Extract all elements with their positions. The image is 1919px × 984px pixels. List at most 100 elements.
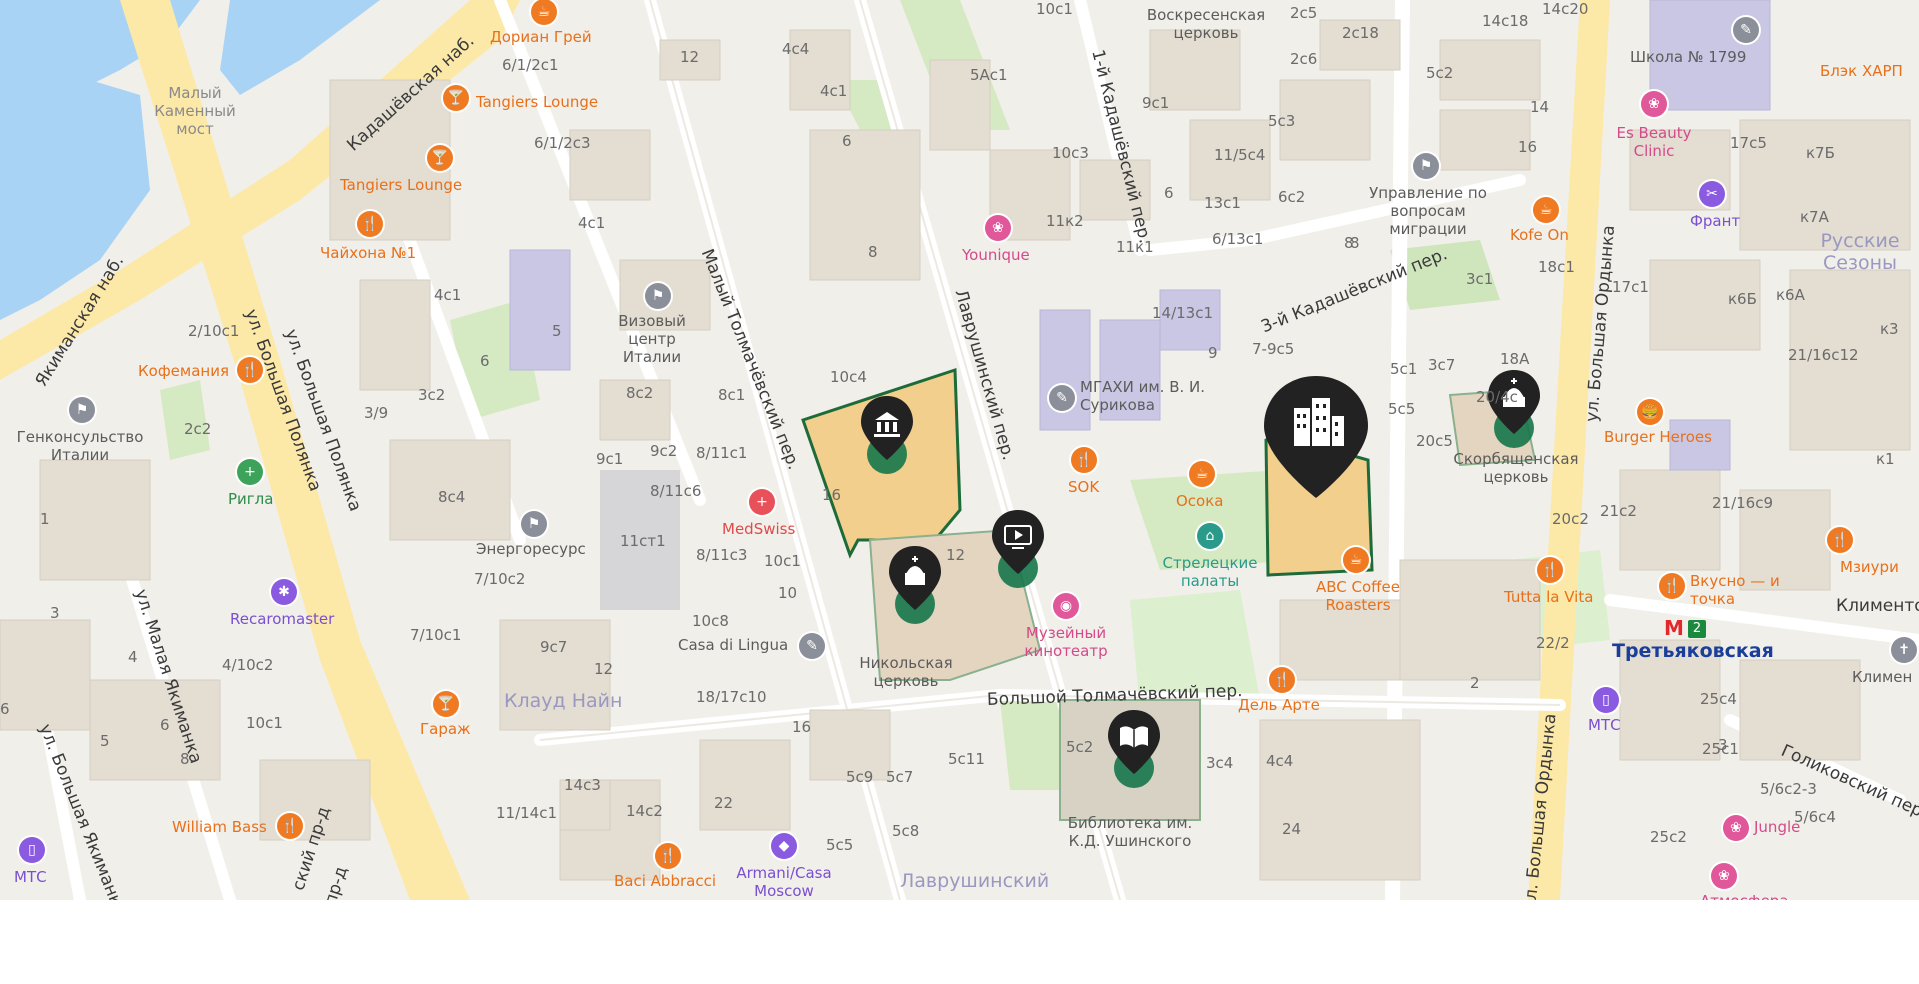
poi-atmosfera[interactable]: Атмосфера bbox=[1700, 892, 1789, 900]
church-pin-icon[interactable] bbox=[887, 544, 943, 624]
poi-medswiss[interactable]: MedSwiss bbox=[722, 520, 795, 538]
poi-mziuri[interactable]: Мзиури bbox=[1840, 558, 1899, 576]
house-number: 7-9с5 bbox=[1252, 340, 1295, 358]
university-icon[interactable]: ✎ bbox=[1049, 385, 1075, 411]
poi-william-bass[interactable]: William Bass bbox=[172, 818, 267, 836]
poi-kofe-on[interactable]: Kofe On bbox=[1510, 226, 1569, 244]
house-number: 18А bbox=[1500, 350, 1530, 368]
place-skorbyashchenskaya[interactable]: Скорбященская церковь bbox=[1446, 450, 1586, 486]
poi-mts-1-icon[interactable]: ▯ bbox=[19, 837, 45, 863]
poi-del-arte[interactable]: Дель Арте bbox=[1238, 696, 1320, 714]
poi-burger-heroes[interactable]: Burger Heroes bbox=[1604, 428, 1712, 446]
poi-garazh-icon[interactable]: 🍸 bbox=[433, 691, 459, 717]
poi-chayhona-icon[interactable]: 🍴 bbox=[357, 211, 383, 237]
place-energoresurs[interactable]: Энергоресурс bbox=[476, 540, 586, 558]
poi-abc-coffee-icon[interactable]: ☕ bbox=[1343, 547, 1369, 573]
poi-muzeyny-kinoteatr-icon[interactable]: ◉ bbox=[1053, 593, 1079, 619]
poi-del-arte-icon[interactable]: 🍴 bbox=[1269, 667, 1295, 693]
poi-armani-casa-icon[interactable]: ◆ bbox=[771, 833, 797, 859]
poi-es-beauty[interactable]: Es Beauty Clinic bbox=[1609, 124, 1699, 160]
poi-es-beauty-icon[interactable]: ❀ bbox=[1641, 91, 1667, 117]
migration-icon[interactable]: ⚑ bbox=[1413, 153, 1439, 179]
poi-armani-casa[interactable]: Armani/Casa Moscow bbox=[729, 864, 839, 900]
place-biblioteka[interactable]: Библиотека им. К.Д. Ушинского bbox=[1050, 814, 1210, 850]
consulate-icon[interactable]: ⚑ bbox=[69, 397, 95, 423]
poi-baci-abbracci-icon[interactable]: 🍴 bbox=[655, 843, 681, 869]
house-number: 6 bbox=[0, 700, 10, 718]
poi-dorian-grey-icon[interactable]: ☕ bbox=[531, 0, 557, 25]
poi-tutta-la-vita[interactable]: Tutta la Vita bbox=[1504, 588, 1593, 606]
church-pin-2-icon[interactable] bbox=[1486, 368, 1542, 448]
map-canvas[interactable]: Кадашёвская наб. Якиманская наб. ул. Бол… bbox=[0, 0, 1919, 900]
poi-frant-icon[interactable]: ✂ bbox=[1699, 181, 1725, 207]
place-klimentovskaya[interactable]: Климентовская церковь bbox=[1852, 668, 1912, 686]
place-voskresenskaya[interactable]: Воскресенская церковь bbox=[1136, 6, 1276, 42]
poi-vkusno-i-tochka-icon[interactable]: 🍴 bbox=[1659, 573, 1685, 599]
poi-kofemaniya[interactable]: Кофемания bbox=[138, 362, 229, 380]
poi-rigla-icon[interactable]: + bbox=[237, 459, 263, 485]
energoresurs-icon[interactable]: ⚑ bbox=[521, 511, 547, 537]
museum-pin-icon[interactable] bbox=[859, 394, 915, 474]
poi-chayhona[interactable]: Чайхона №1 bbox=[320, 244, 416, 262]
church-icon[interactable]: ✝ bbox=[1891, 637, 1917, 663]
poi-sok-icon[interactable]: 🍴 bbox=[1071, 447, 1097, 473]
house-number: к7А bbox=[1800, 208, 1829, 226]
house-number: 6с2 bbox=[1278, 188, 1306, 206]
poi-osoka[interactable]: Осока bbox=[1176, 492, 1223, 510]
house-number: 8 bbox=[1350, 234, 1360, 252]
poi-garazh[interactable]: Гараж bbox=[420, 720, 471, 738]
poi-vkusno-i-tochka[interactable]: Вкусно — и точка bbox=[1690, 572, 1790, 608]
poi-medswiss-icon[interactable]: + bbox=[749, 489, 775, 515]
poi-mts-1[interactable]: МТС bbox=[14, 868, 47, 886]
poi-dorian-grey[interactable]: Дориан Грей bbox=[490, 28, 592, 46]
poi-recaromaster[interactable]: Recaromaster bbox=[230, 610, 334, 628]
house-number: 5 bbox=[100, 732, 110, 750]
poi-william-bass-icon[interactable]: 🍴 bbox=[277, 813, 303, 839]
poi-osoka-icon[interactable]: ☕ bbox=[1189, 461, 1215, 487]
poi-mts-2-icon[interactable]: ▯ bbox=[1593, 687, 1619, 713]
poi-frant[interactable]: Франт bbox=[1690, 212, 1740, 230]
poi-mts-2[interactable]: МТС bbox=[1588, 716, 1621, 734]
poi-tangiers-lounge-2[interactable]: Tangiers Lounge bbox=[340, 176, 462, 194]
poi-sok[interactable]: SOK bbox=[1068, 478, 1099, 496]
poi-jungle-icon[interactable]: ❀ bbox=[1723, 815, 1749, 841]
poi-younique[interactable]: Younique bbox=[962, 246, 1030, 264]
place-casa-di-lingua[interactable]: Casa di Lingua bbox=[678, 636, 788, 654]
poi-tangiers-lounge-1-icon[interactable]: 🍸 bbox=[443, 85, 469, 111]
place-genkonsulstvo[interactable]: Генконсульство Италии bbox=[10, 428, 150, 464]
house-number: 5с5 bbox=[1388, 400, 1416, 418]
poi-baci-abbracci[interactable]: Baci Abbracci bbox=[614, 872, 716, 890]
poi-rigla[interactable]: Ригла bbox=[228, 490, 273, 508]
school-1799-icon[interactable]: ✎ bbox=[1733, 17, 1759, 43]
poi-kofemaniya-icon[interactable]: 🍴 bbox=[237, 357, 263, 383]
place-nikolskaya[interactable]: Никольская церковь bbox=[851, 654, 961, 690]
poi-burger-heroes-icon[interactable]: 🍔 bbox=[1637, 399, 1663, 425]
poi-blek-harp[interactable]: Блэк ХАРП bbox=[1820, 62, 1903, 80]
place-mgahi[interactable]: МГАХИ им. В. И. Сурикова bbox=[1080, 378, 1210, 414]
cinema-pin-icon[interactable] bbox=[990, 508, 1046, 588]
selected-building-pin-icon[interactable] bbox=[1262, 374, 1370, 504]
poi-kofe-on-icon[interactable]: ☕ bbox=[1533, 197, 1559, 223]
house-number: 14с3 bbox=[564, 776, 601, 794]
poi-streletskie-palaty-icon[interactable]: ⌂ bbox=[1197, 523, 1223, 549]
poi-muzeyny-kinoteatr[interactable]: Музейный кинотеатр bbox=[1011, 624, 1121, 660]
poi-recaromaster-icon[interactable]: ✱ bbox=[271, 579, 297, 605]
poi-younique-icon[interactable]: ❀ bbox=[985, 215, 1011, 241]
house-number: 11/14с1 bbox=[496, 804, 558, 822]
poi-streletskie-palaty[interactable]: Стрелецкие палаты bbox=[1155, 554, 1265, 590]
house-number: 20/4с bbox=[1476, 388, 1518, 406]
library-pin-icon[interactable] bbox=[1106, 708, 1162, 788]
house-number: 20с2 bbox=[1552, 510, 1589, 528]
place-shkola[interactable]: Школа № 1799 bbox=[1630, 48, 1746, 66]
poi-tutta-la-vita-icon[interactable]: 🍴 bbox=[1537, 557, 1563, 583]
poi-atmosfera-icon[interactable]: ❀ bbox=[1711, 863, 1737, 889]
poi-abc-coffee[interactable]: ABC Coffee Roasters bbox=[1303, 578, 1413, 614]
place-vizovy-centr[interactable]: Визовый центр Италии bbox=[597, 312, 707, 366]
poi-tangiers-lounge-2-icon[interactable]: 🍸 bbox=[427, 145, 453, 171]
poi-mziuri-icon[interactable]: 🍴 bbox=[1827, 527, 1853, 553]
poi-tangiers-lounge-1[interactable]: Tangiers Lounge bbox=[476, 93, 598, 111]
place-upravlenie[interactable]: Управление по вопросам миграции bbox=[1368, 184, 1488, 238]
house-number: 5с11 bbox=[948, 750, 985, 768]
school-icon[interactable]: ✎ bbox=[799, 633, 825, 659]
visa-center-icon[interactable]: ⚑ bbox=[645, 283, 671, 309]
